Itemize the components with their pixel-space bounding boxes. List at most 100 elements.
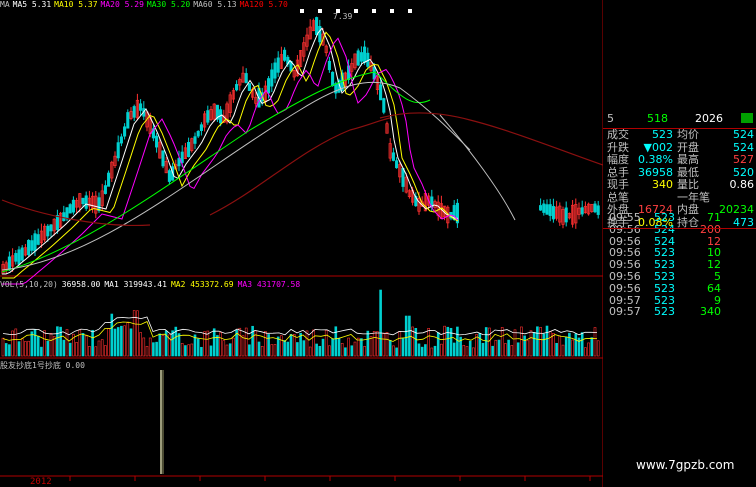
- volume-bar: [564, 336, 568, 357]
- volume-bar: [177, 333, 181, 357]
- quote-l1: 总手: [607, 165, 629, 179]
- quote-l2: 量比: [677, 178, 699, 191]
- header-col3: 2026: [695, 112, 723, 125]
- quote-l1: 现手: [607, 178, 629, 191]
- candle-body: [401, 168, 405, 187]
- candle-body: [180, 151, 184, 163]
- volume-bar: [59, 326, 62, 357]
- candle-body: [62, 212, 66, 222]
- candle-body: [119, 136, 123, 144]
- quote-v1: 340: [652, 178, 673, 191]
- quote-row: 升跌 ▼002 开盘 524: [603, 141, 756, 154]
- quote-l2: 最低: [677, 165, 699, 179]
- volume-bar: [196, 338, 200, 357]
- candle-body: [193, 136, 197, 144]
- candle-body: [359, 52, 363, 62]
- volume-bar: [436, 332, 440, 357]
- volume-bar: [171, 330, 174, 357]
- candle-body: [17, 249, 21, 265]
- candle-body: [81, 197, 85, 205]
- volume-bar: [158, 333, 162, 357]
- volume-bar: [344, 347, 347, 357]
- candle-body: [65, 207, 69, 220]
- volume-bar: [395, 347, 398, 357]
- quote-panel: 5 518 2026 成交 523 均价 524 升跌 ▼002 开盘 524 幅度 0.38% 最…: [603, 110, 756, 487]
- volume-bar: [212, 328, 216, 357]
- legend-item: 36958.00: [61, 280, 101, 289]
- volume-bar: [542, 333, 546, 357]
- volume-bar: [497, 339, 501, 357]
- toolbar-marker: [354, 9, 358, 13]
- volume-bar: [420, 346, 424, 357]
- candle-body: [155, 135, 159, 148]
- volume-bar: [481, 342, 485, 357]
- volume-bar: [491, 345, 494, 357]
- volume-bar: [286, 341, 290, 357]
- status-marker: [741, 113, 753, 123]
- legend-item: MA30 5.20: [146, 0, 191, 9]
- volume-bar: [484, 327, 488, 357]
- volume-bar: [366, 330, 370, 357]
- volume-bar: [8, 344, 11, 357]
- candle-body: [372, 66, 376, 80]
- candle-body: [382, 98, 386, 113]
- candle-body: [235, 84, 239, 91]
- candle-body: [71, 199, 75, 213]
- volume-bar: [296, 342, 299, 357]
- candle-body: [14, 253, 18, 262]
- candle-body: [244, 73, 248, 84]
- quote-l1: 升跌: [607, 140, 629, 154]
- candle-body: [315, 17, 319, 36]
- candle-body: [206, 110, 210, 123]
- volume-bar: [401, 338, 405, 357]
- candle-body: [273, 62, 277, 79]
- volume-bar: [452, 342, 456, 357]
- volume-bar: [379, 289, 382, 357]
- candle-body: [126, 112, 130, 129]
- toolbar-marker: [300, 9, 304, 13]
- volume-bar: [449, 327, 453, 357]
- volume-bar: [318, 345, 322, 357]
- volume-bar: [56, 326, 59, 357]
- quote-v1: 36958: [638, 165, 673, 179]
- volume-bar: [350, 345, 354, 357]
- candle-body: [123, 126, 127, 137]
- volume-bar: [555, 342, 558, 357]
- volume-bar: [468, 340, 472, 357]
- volume-bar: [408, 315, 411, 357]
- candle-body: [167, 170, 171, 182]
- volume-legend: VOL(5,10,20) 36958.00 MA1 319943.41 MA2 453…: [0, 280, 304, 289]
- candle-body: [49, 224, 53, 232]
- quote-header: 5 518 2026: [603, 110, 756, 128]
- quote-row: 现手 340 量比 0.86: [603, 178, 756, 191]
- kline-chart[interactable]: [0, 0, 603, 487]
- toolbar-marker: [372, 9, 376, 13]
- volume-bar: [289, 334, 293, 357]
- candle-body: [55, 215, 59, 231]
- volume-bar: [536, 326, 539, 357]
- volume-bar: [360, 338, 363, 357]
- volume-bar: [590, 337, 594, 357]
- watermark: www.7gpzb.com: [636, 458, 735, 472]
- candle-body: [107, 172, 111, 187]
- legend-item: MA2 453372.69: [170, 280, 234, 289]
- candle-body: [139, 103, 143, 111]
- candle-body: [68, 204, 72, 214]
- candle-body: [267, 78, 271, 94]
- tick-vol: 340: [700, 305, 721, 319]
- volume-bar: [113, 328, 117, 357]
- volume-bar: [91, 329, 94, 357]
- candle-body: [331, 71, 335, 87]
- quote-v2: 520: [733, 165, 754, 179]
- candle-body: [247, 83, 251, 91]
- volume-bar: [62, 339, 66, 357]
- candle-body: [270, 69, 274, 87]
- volume-bar: [17, 341, 21, 357]
- volume-bar: [331, 338, 334, 357]
- candle-body: [580, 207, 584, 215]
- quote-v1: 0.38%: [638, 153, 673, 166]
- candle-body: [97, 197, 101, 211]
- volume-bar: [321, 338, 325, 357]
- candle-body: [551, 206, 555, 220]
- volume-bar: [568, 332, 571, 357]
